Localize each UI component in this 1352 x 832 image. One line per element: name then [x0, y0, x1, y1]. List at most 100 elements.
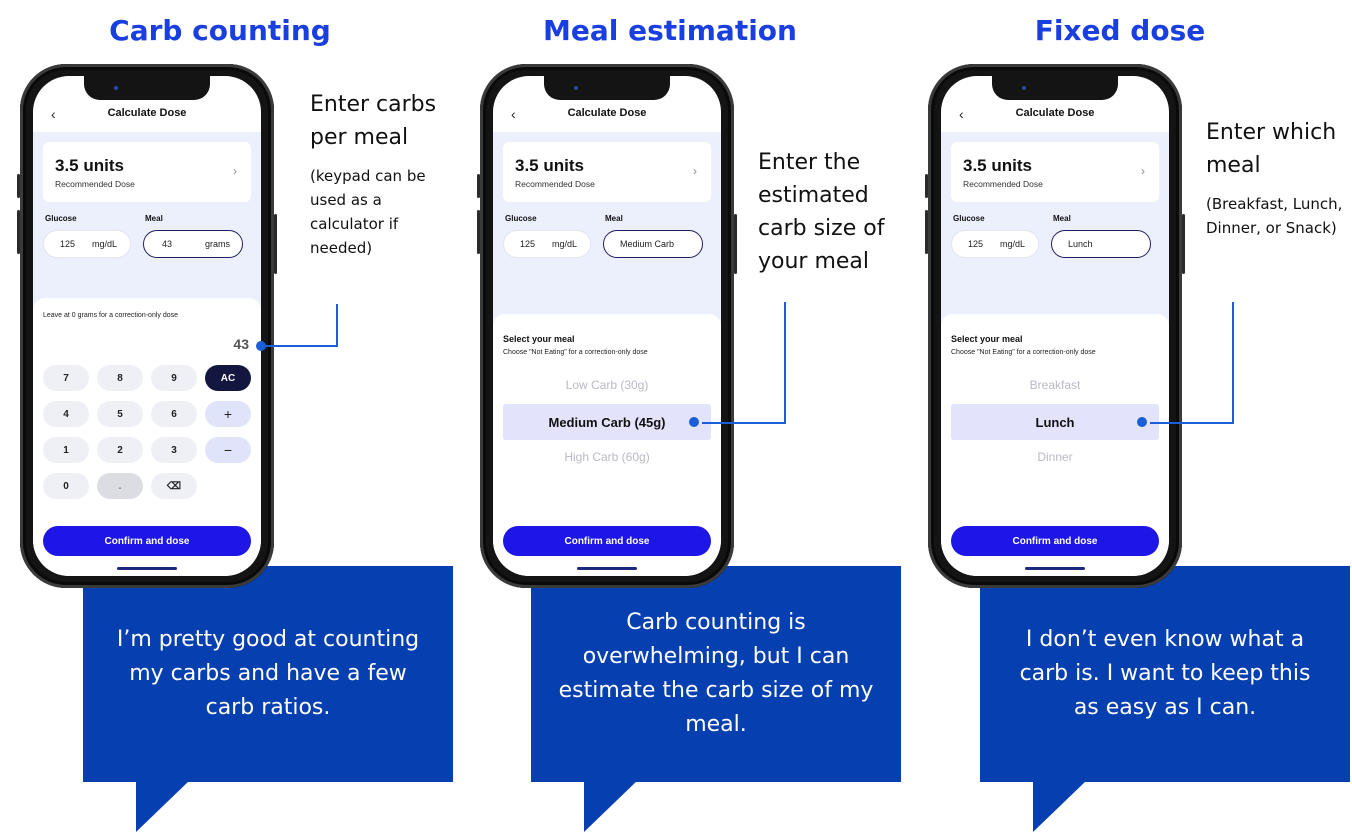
home-indicator — [577, 567, 637, 570]
meal-option[interactable]: Breakfast — [941, 378, 1169, 392]
glucose-field[interactable]: 125 mg/dL — [951, 230, 1039, 258]
meal-label: Meal — [145, 214, 163, 223]
key-2[interactable]: 2 — [97, 437, 143, 463]
phone-notch — [544, 76, 670, 100]
key-plus[interactable]: + — [205, 401, 251, 427]
key-6[interactable]: 6 — [151, 401, 197, 427]
phone-mockup: ‹ Calculate Dose 3.5 units Recommended D… — [17, 64, 277, 588]
correction-hint: Leave at 0 grams for a correction-only d… — [43, 312, 179, 319]
glucose-unit: mg/dL — [1000, 239, 1026, 249]
key-5[interactable]: 5 — [97, 401, 143, 427]
quote-callout: I don’t even know what a carb is. I want… — [980, 566, 1350, 782]
phone-mockup: ‹ Calculate Dose 3.5 units Recommended D… — [477, 64, 737, 588]
glucose-value: 125 — [968, 239, 984, 249]
leader-line — [336, 304, 338, 346]
leader-line — [1232, 302, 1234, 424]
leader-pin — [256, 341, 266, 351]
phone-notch — [84, 76, 210, 100]
leader-line — [702, 422, 786, 424]
column-title: Meal estimation — [543, 14, 797, 47]
home-indicator — [1025, 567, 1085, 570]
nav-bar: ‹ Calculate Dose — [33, 102, 261, 130]
carb-entry-display[interactable]: 43 — [233, 336, 249, 352]
glucose-field[interactable]: 125 mg/dL — [43, 230, 131, 258]
confirm-and-dose-button[interactable]: Confirm and dose — [503, 526, 711, 556]
dose-label: Recommended Dose — [515, 179, 595, 189]
glucose-unit: mg/dL — [92, 239, 118, 249]
meal-option-label: Medium Carb (45g) — [548, 414, 666, 430]
dose-value: 3.5 units — [55, 156, 124, 175]
annotation-detail: (Breakfast, Lunch, Dinner, or Snack) — [1206, 195, 1343, 237]
quote-text: Carb counting is overwhelming, but I can… — [558, 610, 874, 737]
meal-label: Meal — [1053, 214, 1071, 223]
meal-value: Lunch — [1068, 239, 1093, 249]
dose-summary-area: 3.5 units Recommended Dose › Glucose Mea… — [941, 132, 1169, 332]
column-meal-estimation: Meal estimation Carb counting is overwhe… — [450, 0, 901, 832]
column-title: Fixed dose — [1034, 14, 1206, 47]
recommended-dose-card[interactable]: 3.5 units Recommended Dose › — [43, 142, 251, 202]
annotation-main: Enter which meal — [1206, 120, 1337, 178]
meal-option[interactable]: Low Carb (30g) — [493, 378, 721, 392]
phone-screen: ‹ Calculate Dose 3.5 units Recommended D… — [941, 76, 1169, 576]
dose-label: Recommended Dose — [963, 179, 1043, 189]
recommended-dose-card[interactable]: 3.5 units Recommended Dose › — [503, 142, 711, 202]
key-1[interactable]: 1 — [43, 437, 89, 463]
dose-value: 3.5 units — [515, 156, 584, 175]
meal-field[interactable]: 43 grams — [143, 230, 243, 258]
quote-callout-tail — [1033, 780, 1087, 832]
glucose-label: Glucose — [45, 214, 77, 223]
leader-pin — [689, 417, 699, 427]
screen-title: Calculate Dose — [567, 107, 647, 119]
meal-field[interactable]: Medium Carb — [603, 230, 703, 258]
nav-bar: ‹ Calculate Dose — [493, 102, 721, 130]
meal-option-label: Lunch — [1035, 414, 1075, 430]
leader-line — [784, 302, 786, 424]
nav-bar: ‹ Calculate Dose — [941, 102, 1169, 130]
dose-value: 3.5 units — [963, 156, 1032, 175]
key-9[interactable]: 9 — [151, 365, 197, 391]
annotation-main: Enter the estimated carb size of your me… — [758, 150, 885, 274]
leader-pin — [1137, 417, 1147, 427]
chevron-right-icon: › — [233, 164, 237, 178]
key-minus[interactable]: − — [205, 437, 251, 463]
glucose-unit: mg/dL — [552, 239, 578, 249]
key-clear[interactable]: AC — [205, 365, 251, 391]
meal-option[interactable]: High Carb (60g) — [493, 450, 721, 464]
dose-label: Recommended Dose — [55, 179, 135, 189]
confirm-and-dose-button[interactable]: Confirm and dose — [951, 526, 1159, 556]
meal-option-selected[interactable]: Medium Carb (45g) — [503, 404, 711, 440]
annotation: Enter carbs per meal (keypad can be used… — [310, 88, 450, 260]
meal-option[interactable]: Dinner — [941, 450, 1169, 464]
meal-field[interactable]: Lunch — [1051, 230, 1151, 258]
key-8[interactable]: 8 — [97, 365, 143, 391]
quote-callout-tail — [136, 780, 190, 832]
column-fixed-dose: Fixed dose I don’t even know what a carb… — [900, 0, 1350, 832]
glucose-value: 125 — [520, 239, 536, 249]
meal-label: Meal — [605, 214, 623, 223]
confirm-and-dose-button[interactable]: Confirm and dose — [43, 526, 251, 556]
recommended-dose-card[interactable]: 3.5 units Recommended Dose › — [951, 142, 1159, 202]
key-4[interactable]: 4 — [43, 401, 89, 427]
annotation: Enter the estimated carb size of your me… — [758, 146, 898, 278]
key-decimal[interactable]: . — [97, 473, 143, 499]
phone-mockup: ‹ Calculate Dose 3.5 units Recommended D… — [925, 64, 1185, 588]
quote-text: I’m pretty good at counting my carbs and… — [116, 627, 420, 720]
annotation-main: Enter carbs per meal — [310, 92, 437, 150]
quote-text: I don’t even know what a carb is. I want… — [1019, 627, 1311, 720]
glucose-field[interactable]: 125 mg/dL — [503, 230, 591, 258]
backspace-icon[interactable]: ⌫ — [151, 473, 197, 499]
meal-value: 43 — [162, 239, 173, 249]
key-7[interactable]: 7 — [43, 365, 89, 391]
glucose-label: Glucose — [505, 214, 537, 223]
meal-value: Medium Carb — [620, 239, 675, 249]
dose-summary-area: 3.5 units Recommended Dose › Glucose Mea… — [493, 132, 721, 332]
phone-screen: ‹ Calculate Dose 3.5 units Recommended D… — [33, 76, 261, 576]
quote-callout: Carb counting is overwhelming, but I can… — [531, 566, 901, 782]
leader-line — [1150, 422, 1234, 424]
key-0[interactable]: 0 — [43, 473, 89, 499]
key-3[interactable]: 3 — [151, 437, 197, 463]
glucose-label: Glucose — [953, 214, 985, 223]
leader-line — [262, 345, 338, 347]
meal-option-selected[interactable]: Lunch — [951, 404, 1159, 440]
picker-subtitle: Choose "Not Eating" for a correction-onl… — [503, 349, 648, 356]
